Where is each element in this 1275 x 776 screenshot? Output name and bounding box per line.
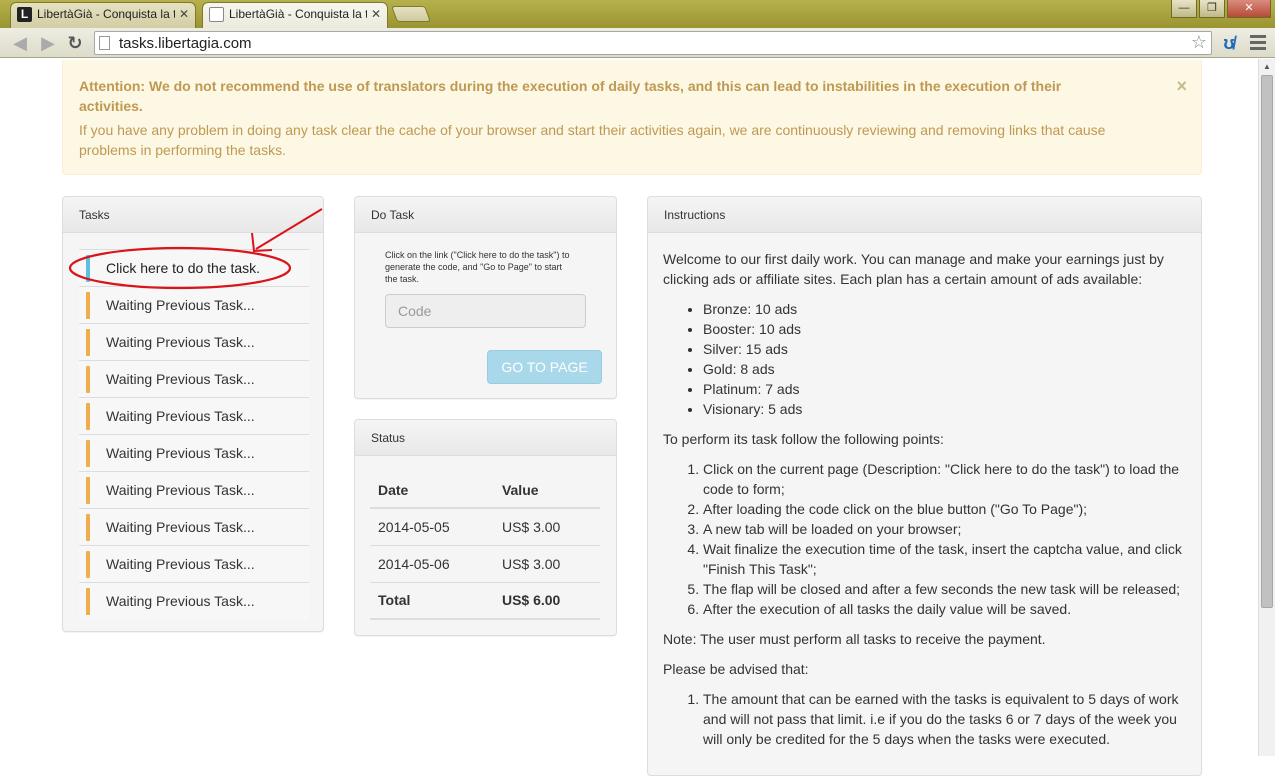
alert-attention-text: Attention: We do not recommend the use o… [79, 78, 1062, 114]
scrollbar-thumb[interactable] [1261, 75, 1273, 608]
plans-list: Bronze: 10 ads Booster: 10 ads Silver: 1… [663, 299, 1193, 419]
list-item: Silver: 15 ads [703, 339, 1193, 359]
total-value: US$ 6.00 [495, 582, 600, 620]
list-item: Wait finalize the execution time of the … [703, 539, 1193, 579]
list-item: Booster: 10 ads [703, 319, 1193, 339]
list-item: Bronze: 10 ads [703, 299, 1193, 319]
list-item: Click on the current page (Description: … [703, 459, 1193, 499]
row-date: 2014-05-05 [370, 508, 496, 546]
minimize-button[interactable]: — [1171, 0, 1197, 18]
do-task-panel: Do Task Click on the link ("Click here t… [354, 196, 617, 399]
window-controls: — ❐ ✕ [1171, 0, 1271, 18]
instructions-panel: Instructions Welcome to our first daily … [647, 196, 1202, 776]
browser-toolbar: ◀ ▶ ↻ tasks.libertagia.com ☆ [0, 28, 1275, 58]
code-input[interactable]: Code [385, 294, 586, 328]
date-column-header: Date [370, 472, 496, 509]
total-label: Total [370, 582, 496, 620]
status-panel: Status Date Value 2014-05-05 US$ 3.00 20… [354, 419, 617, 636]
close-window-button[interactable]: ✕ [1227, 0, 1271, 18]
steps-list: Click on the current page (Description: … [663, 459, 1193, 619]
row-value: US$ 3.00 [495, 508, 600, 546]
list-item: After loading the code click on the blue… [703, 499, 1193, 519]
task-item-waiting[interactable]: Waiting Previous Task... [79, 361, 309, 398]
payment-note: Note: The user must perform all tasks to… [663, 631, 1046, 647]
maximize-button[interactable]: ❐ [1199, 0, 1225, 18]
vertical-scrollbar[interactable]: ▲ [1258, 59, 1275, 756]
page-favicon-icon [209, 7, 224, 22]
status-table: Date Value 2014-05-05 US$ 3.00 2014-05-0… [370, 472, 600, 620]
list-item: The amount that can be earned with the t… [703, 689, 1193, 749]
new-tab-button[interactable] [391, 6, 431, 22]
url-text[interactable]: tasks.libertagia.com [119, 35, 252, 52]
value-column-header: Value [495, 472, 600, 509]
task-item-waiting[interactable]: Waiting Previous Task... [79, 398, 309, 435]
tab-title: LibertàGià - Conquista la t [229, 7, 367, 21]
task-item-waiting[interactable]: Waiting Previous Task... [79, 546, 309, 583]
advisories-list: The amount that can be earned with the t… [663, 689, 1193, 749]
tab-strip: L LibertàGià - Conquista la t ✕ LibertàG… [0, 0, 1275, 28]
table-row: 2014-05-05 US$ 3.00 [370, 508, 600, 546]
instructions-panel-title: Instructions [648, 197, 1201, 233]
list-item: Gold: 8 ads [703, 359, 1193, 379]
status-panel-title: Status [355, 420, 616, 456]
task-item-waiting[interactable]: Waiting Previous Task... [79, 287, 309, 324]
steps-intro: To perform its task follow the following… [663, 431, 944, 447]
go-to-page-button[interactable]: GO TO PAGE [487, 350, 602, 384]
bookmark-star-icon[interactable]: ☆ [1191, 32, 1207, 53]
address-bar[interactable]: tasks.libertagia.com ☆ [94, 31, 1212, 55]
advised-heading: Please be advised that: [663, 661, 809, 677]
instructions-intro: Welcome to our first daily work. You can… [663, 251, 1164, 287]
task-item-waiting[interactable]: Waiting Previous Task... [79, 472, 309, 509]
alert-close-icon[interactable]: × [1176, 76, 1187, 96]
browser-tab-1[interactable]: L LibertàGià - Conquista la t ✕ [10, 2, 196, 28]
list-item: Platinum: 7 ads [703, 379, 1193, 399]
tab-close-icon[interactable]: ✕ [371, 3, 381, 25]
libertagia-favicon-icon: L [17, 7, 32, 22]
warning-alert: Attention: We do not recommend the use o… [62, 60, 1202, 175]
list-item: Visionary: 5 ads [703, 399, 1193, 419]
scroll-up-icon[interactable]: ▲ [1259, 59, 1275, 75]
do-task-panel-title: Do Task [355, 197, 616, 233]
page-icon [99, 36, 110, 50]
back-arrow-icon[interactable]: ◀ [8, 31, 32, 55]
alert-message: If you have any problem in doing any tas… [79, 122, 1106, 158]
tab-close-icon[interactable]: ✕ [179, 3, 189, 25]
menu-icon[interactable] [1248, 32, 1268, 54]
list-item: A new tab will be loaded on your browser… [703, 519, 1193, 539]
list-item: After the execution of all tasks the dai… [703, 599, 1193, 619]
task-item-current[interactable]: Click here to do the task. [79, 250, 309, 287]
forward-arrow-icon[interactable]: ▶ [36, 31, 60, 55]
tab-title: LibertàGià - Conquista la t [37, 7, 175, 21]
extension-icon[interactable]: ʊ̸ [1218, 32, 1240, 54]
task-item-waiting[interactable]: Waiting Previous Task... [79, 583, 309, 620]
table-row: 2014-05-06 US$ 3.00 [370, 545, 600, 583]
total-row: Total US$ 6.00 [370, 582, 600, 620]
row-date: 2014-05-06 [370, 545, 496, 583]
list-item: The flap will be closed and after a few … [703, 579, 1193, 599]
browser-tab-2[interactable]: LibertàGià - Conquista la t ✕ [202, 2, 388, 28]
row-value: US$ 3.00 [495, 545, 600, 583]
task-item-waiting[interactable]: Waiting Previous Task... [79, 435, 309, 472]
reload-icon[interactable]: ↻ [63, 31, 87, 55]
table-header-row: Date Value [370, 472, 600, 509]
instructions-body: Welcome to our first daily work. You can… [663, 249, 1193, 759]
tasks-panel-title: Tasks [63, 197, 323, 233]
task-item-waiting[interactable]: Waiting Previous Task... [79, 324, 309, 361]
tasks-panel: Tasks Click here to do the task. Waiting… [62, 196, 324, 632]
task-item-waiting[interactable]: Waiting Previous Task... [79, 509, 309, 546]
do-task-hint: Click on the link ("Click here to do the… [385, 250, 570, 284]
tasks-list: Click here to do the task. Waiting Previ… [79, 249, 309, 620]
